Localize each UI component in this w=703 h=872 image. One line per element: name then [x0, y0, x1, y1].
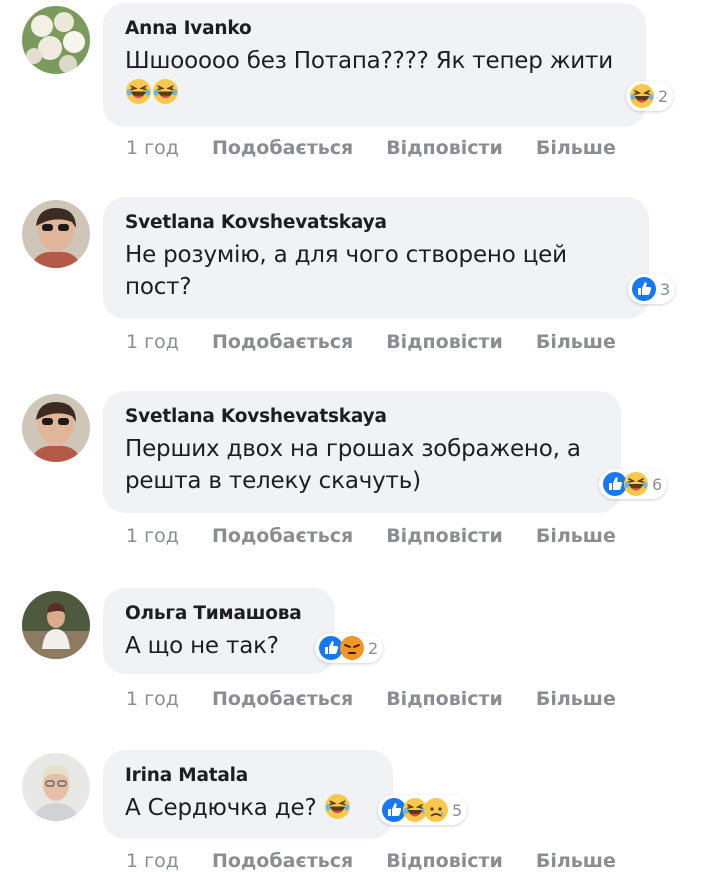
- comment-time[interactable]: 1 год: [126, 688, 212, 710]
- comment-text: Не розумію, а для чого створено цей пост…: [125, 242, 567, 300]
- laugh-icon: [323, 793, 351, 829]
- comment-author[interactable]: Anna Ivanko: [125, 17, 624, 41]
- comment-author[interactable]: Irina Matala: [125, 764, 371, 788]
- angry-icon: [339, 635, 365, 661]
- comment-text: А що не так?: [125, 633, 279, 659]
- comment-bubble: Anna Ivanko Шшооооо без Потапа???? Як те…: [103, 3, 646, 127]
- reply-button[interactable]: Відповісти: [386, 850, 503, 872]
- avatar[interactable]: [22, 200, 90, 268]
- like-button[interactable]: Подобається: [212, 525, 353, 547]
- reaction-count: 6: [652, 474, 663, 494]
- more-button[interactable]: Більше: [536, 850, 616, 872]
- reaction-count: 2: [368, 638, 379, 658]
- reaction-summary[interactable]: 3: [628, 274, 676, 304]
- comment-actions: 1 год Подобається Відповісти Більше: [126, 850, 649, 872]
- laugh-icon: [125, 78, 152, 114]
- reaction-summary[interactable]: 2: [626, 81, 674, 111]
- avatar[interactable]: [22, 753, 90, 821]
- like-button[interactable]: Подобається: [212, 137, 353, 159]
- reply-button[interactable]: Відповісти: [386, 688, 503, 710]
- reply-button[interactable]: Відповісти: [386, 525, 503, 547]
- comment-text: Шшооооо без Потапа???? Як тепер жити: [125, 45, 624, 114]
- reaction-count: 3: [660, 279, 671, 299]
- reply-button[interactable]: Відповісти: [386, 137, 503, 159]
- reaction-summary[interactable]: 5: [378, 795, 468, 825]
- more-button[interactable]: Більше: [536, 688, 616, 710]
- reaction-summary[interactable]: 6: [599, 469, 668, 499]
- laugh-icon: [152, 78, 179, 114]
- like-button[interactable]: Подобається: [212, 688, 353, 710]
- more-button[interactable]: Більше: [536, 525, 616, 547]
- comment-time[interactable]: 1 год: [126, 331, 212, 353]
- comment-actions: 1 год Подобається Відповісти Більше: [126, 137, 649, 159]
- comment-text: Перших двох на грошах зображено, а решта…: [125, 436, 581, 494]
- comment-actions: 1 год Подобається Відповісти Більше: [126, 688, 649, 710]
- comment-actions: 1 год Подобається Відповісти Більше: [126, 525, 649, 547]
- comment-author[interactable]: Svetlana Kovshevatskaya: [125, 211, 627, 235]
- like-icon: [631, 276, 657, 302]
- laugh-icon: [623, 471, 649, 497]
- comment-time[interactable]: 1 год: [126, 525, 212, 547]
- comment-author[interactable]: Svetlana Kovshevatskaya: [125, 405, 599, 429]
- comment-bubble: Ольга Тимашова А що не так?: [103, 588, 335, 674]
- comment-author[interactable]: Ольга Тимашова: [125, 602, 313, 626]
- reply-button[interactable]: Відповісти: [386, 331, 503, 353]
- reaction-count: 5: [452, 800, 463, 820]
- comment-bubble: Svetlana Kovshevatskaya Перших двох на г…: [103, 391, 621, 513]
- sad-icon: [423, 797, 449, 823]
- laugh-icon: [629, 83, 655, 109]
- like-button[interactable]: Подобається: [212, 331, 353, 353]
- reaction-summary[interactable]: 2: [315, 633, 384, 663]
- avatar[interactable]: [22, 6, 90, 74]
- more-button[interactable]: Більше: [536, 137, 616, 159]
- comment-bubble: Irina Matala А Сердючка де?: [103, 750, 393, 839]
- reaction-count: 2: [658, 86, 669, 106]
- comment-time[interactable]: 1 год: [126, 137, 212, 159]
- comment-actions: 1 год Подобається Відповісти Більше: [126, 331, 649, 353]
- comment-time[interactable]: 1 год: [126, 850, 212, 872]
- more-button[interactable]: Більше: [536, 331, 616, 353]
- comment-bubble: Svetlana Kovshevatskaya Не розумію, а дл…: [103, 197, 649, 319]
- like-button[interactable]: Подобається: [212, 850, 353, 872]
- comment-text: А Сердючка де?: [125, 792, 371, 829]
- avatar[interactable]: [22, 591, 90, 659]
- avatar[interactable]: [22, 394, 90, 462]
